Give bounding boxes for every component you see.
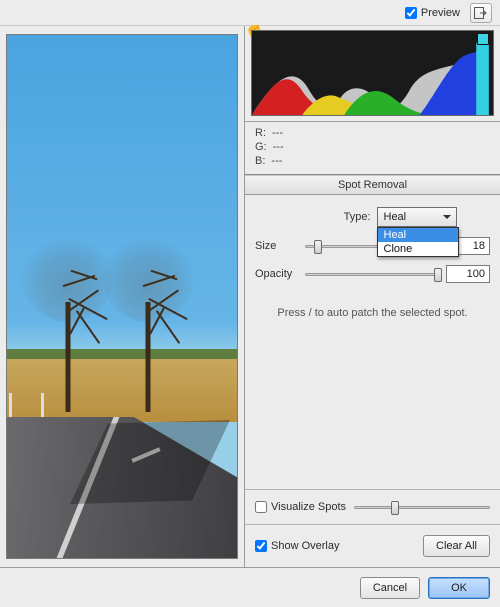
preview-checkbox[interactable]: Preview: [405, 7, 460, 19]
opacity-row: Opacity: [255, 265, 490, 283]
section-spot-removal: Spot Removal: [245, 175, 500, 195]
type-option-heal[interactable]: Heal: [378, 228, 458, 242]
visualize-row: Visualize Spots: [245, 489, 500, 524]
visualize-slider[interactable]: [354, 498, 490, 516]
show-overlay-label: Show Overlay: [271, 540, 339, 552]
type-selected-value: Heal: [384, 211, 407, 223]
show-overlay-checkbox-input[interactable]: [255, 540, 267, 552]
g-label: G:: [255, 140, 267, 154]
ok-button[interactable]: OK: [428, 577, 490, 599]
visualize-checkbox-input[interactable]: [255, 501, 267, 513]
rgb-readout: R: --- G: --- B: ---: [245, 122, 500, 175]
r-value: ---: [272, 126, 283, 140]
right-panel: ✊ R: --- G: --- B: ---: [245, 26, 500, 567]
preview-label: Preview: [421, 7, 460, 19]
clear-all-label: Clear All: [436, 540, 477, 552]
preview-pane: [0, 26, 245, 567]
show-overlay-checkbox[interactable]: Show Overlay: [255, 540, 339, 552]
histogram-area: ✊: [245, 26, 500, 122]
g-value: ---: [273, 140, 284, 154]
type-label: Type:: [319, 211, 371, 223]
ok-label: OK: [451, 582, 467, 594]
dialog-body: ✊ R: --- G: --- B: ---: [0, 26, 500, 567]
hint-text: Press / to auto patch the selected spot.: [255, 293, 490, 333]
opacity-value[interactable]: [446, 265, 490, 283]
opacity-label: Opacity: [255, 268, 297, 280]
visualize-checkbox[interactable]: Visualize Spots: [255, 501, 346, 513]
b-label: B:: [255, 154, 265, 168]
type-dropdown: Heal Clone: [377, 227, 459, 257]
dialog-footer: Cancel OK: [0, 567, 500, 607]
size-label: Size: [255, 240, 297, 252]
cancel-button[interactable]: Cancel: [360, 577, 420, 599]
histogram[interactable]: [251, 30, 494, 116]
toolbar: Preview: [0, 0, 500, 26]
visualize-label: Visualize Spots: [271, 501, 346, 513]
cancel-label: Cancel: [373, 582, 407, 594]
export-icon: [474, 7, 488, 19]
preview-checkbox-input[interactable]: [405, 7, 417, 19]
opacity-slider[interactable]: [305, 265, 438, 283]
type-select[interactable]: Heal Heal Clone: [377, 207, 457, 227]
spot-removal-panel: Type: Heal Heal Clone Size: [245, 195, 500, 489]
highlight-clip-icon[interactable]: [477, 33, 489, 45]
type-option-clone[interactable]: Clone: [378, 242, 458, 256]
clear-all-button[interactable]: Clear All: [423, 535, 490, 557]
r-label: R:: [255, 126, 266, 140]
b-value: ---: [271, 154, 282, 168]
image-preview[interactable]: [6, 34, 238, 559]
overlay-row: Show Overlay Clear All: [245, 524, 500, 567]
export-button[interactable]: [470, 3, 492, 23]
dialog-window: Preview: [0, 0, 500, 607]
